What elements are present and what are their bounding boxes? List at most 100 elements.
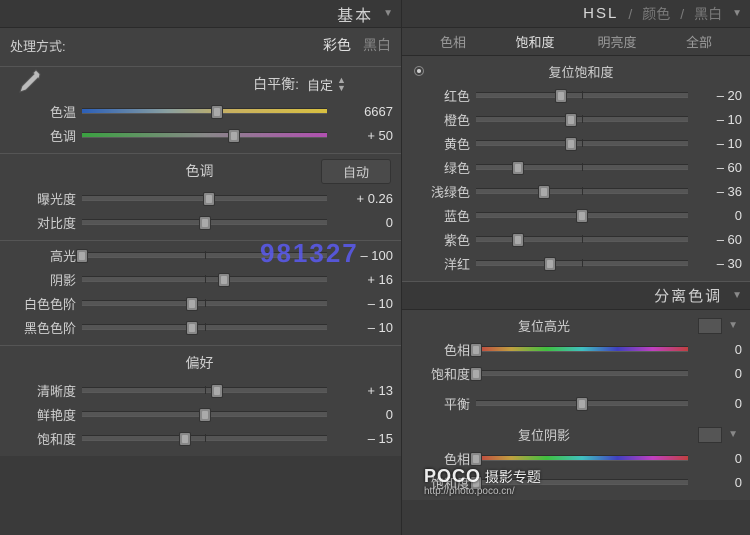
split-sh-sat-value[interactable]: 0 xyxy=(694,475,742,490)
slider-thumb[interactable] xyxy=(179,432,191,446)
presence-section: 偏好 清晰度 + 13 鲜艳度 0 饱和度 – 15 xyxy=(0,346,401,456)
hsl-purple-slider[interactable] xyxy=(476,236,688,242)
hsl-magenta-label: 洋红 xyxy=(410,254,470,273)
eyedropper-icon[interactable] xyxy=(10,64,50,104)
hsl-reset-label[interactable]: 复位饱和度 xyxy=(432,58,730,83)
split-sh-sat-slider[interactable] xyxy=(476,479,688,485)
slider-thumb[interactable] xyxy=(544,257,556,271)
exposure-value[interactable]: + 0.26 xyxy=(333,191,393,206)
tint-value[interactable]: + 50 xyxy=(333,128,393,143)
tab-saturation[interactable]: 饱和度 xyxy=(494,32,576,51)
split-hi-hue-slider[interactable] xyxy=(476,346,688,352)
hsl-orange-slider[interactable] xyxy=(476,116,688,122)
hsl-red-slider[interactable] xyxy=(476,92,688,98)
split-hi-hue-value[interactable]: 0 xyxy=(694,342,742,357)
highlight-swatch[interactable] xyxy=(698,318,722,334)
slider-thumb[interactable] xyxy=(538,185,550,199)
split-balance-slider[interactable] xyxy=(476,400,688,406)
slider-thumb[interactable] xyxy=(211,105,223,119)
hsl-green-value[interactable]: – 60 xyxy=(694,160,742,175)
slider-thumb[interactable] xyxy=(470,343,482,357)
treatment-color[interactable]: 彩色 xyxy=(323,35,351,55)
clarity-slider[interactable] xyxy=(82,387,327,393)
shadow-swatch[interactable] xyxy=(698,427,722,443)
hsl-header-bw[interactable]: 黑白 xyxy=(694,4,722,24)
shadows-value[interactable]: + 16 xyxy=(333,272,393,287)
slider-thumb[interactable] xyxy=(565,113,577,127)
contrast-value[interactable]: 0 xyxy=(333,215,393,230)
wb-preset-dropdown[interactable]: 自定 ▲▼ xyxy=(307,75,391,94)
whites-value[interactable]: – 10 xyxy=(333,296,393,311)
basic-panel-header[interactable]: 基本 ▼ xyxy=(0,0,401,28)
slider-thumb[interactable] xyxy=(186,321,198,335)
split-hi-sat-value[interactable]: 0 xyxy=(694,366,742,381)
tab-luminance[interactable]: 明亮度 xyxy=(576,32,658,51)
hsl-red-label: 红色 xyxy=(410,86,470,105)
slider-thumb[interactable] xyxy=(512,233,524,247)
vibrance-slider[interactable] xyxy=(82,411,327,417)
split-balance-value[interactable]: 0 xyxy=(694,396,742,411)
split-sh-hue-slider[interactable] xyxy=(476,455,688,461)
hsl-orange-value[interactable]: – 10 xyxy=(694,112,742,127)
shadows-slider[interactable] xyxy=(82,276,327,282)
slider-thumb[interactable] xyxy=(76,249,88,263)
split-toning-header[interactable]: 分离色调 ▼ xyxy=(402,282,750,310)
hsl-yellow-value[interactable]: – 10 xyxy=(694,136,742,151)
temp-value[interactable]: 6667 xyxy=(333,104,393,119)
panel-title: 基本 xyxy=(337,2,373,26)
auto-tone-button[interactable]: 自动 xyxy=(321,159,391,184)
exposure-slider[interactable] xyxy=(82,195,327,201)
slider-thumb[interactable] xyxy=(565,137,577,151)
contrast-slider[interactable] xyxy=(82,219,327,225)
hsl-magenta-slider[interactable] xyxy=(476,260,688,266)
highlights-slider[interactable] xyxy=(82,252,327,258)
hsl-red-value[interactable]: – 20 xyxy=(694,88,742,103)
updown-icon: ▲▼ xyxy=(337,76,346,92)
slider-thumb[interactable] xyxy=(470,367,482,381)
blacks-value[interactable]: – 10 xyxy=(333,320,393,335)
slider-thumb[interactable] xyxy=(576,209,588,223)
hsl-aqua-value[interactable]: – 36 xyxy=(694,184,742,199)
slider-thumb[interactable] xyxy=(199,408,211,422)
slider-thumb[interactable] xyxy=(199,216,211,230)
hsl-purple-value[interactable]: – 60 xyxy=(694,232,742,247)
saturation-slider[interactable] xyxy=(82,435,327,441)
vibrance-label: 鲜艳度 xyxy=(8,405,76,424)
slider-thumb[interactable] xyxy=(218,273,230,287)
slider-thumb[interactable] xyxy=(203,192,215,206)
split-shadows-header[interactable]: 复位阴影 xyxy=(402,425,686,444)
hsl-header-hsl[interactable]: HSL xyxy=(583,5,618,22)
split-hi-sat-slider[interactable] xyxy=(476,370,688,376)
clarity-value[interactable]: + 13 xyxy=(333,383,393,398)
slider-thumb[interactable] xyxy=(228,129,240,143)
target-adjust-icon[interactable] xyxy=(414,66,424,76)
whites-slider[interactable] xyxy=(82,300,327,306)
tab-hue[interactable]: 色相 xyxy=(412,32,494,51)
slider-thumb[interactable] xyxy=(555,89,567,103)
slider-thumb[interactable] xyxy=(470,452,482,466)
vibrance-value[interactable]: 0 xyxy=(333,407,393,422)
hsl-blue-slider[interactable] xyxy=(476,212,688,218)
tint-slider[interactable] xyxy=(82,132,327,138)
blacks-slider[interactable] xyxy=(82,324,327,330)
slider-thumb[interactable] xyxy=(576,397,588,411)
hsl-blue-value[interactable]: 0 xyxy=(694,208,742,223)
hsl-yellow-label: 黄色 xyxy=(410,134,470,153)
slider-thumb[interactable] xyxy=(186,297,198,311)
slider-thumb[interactable] xyxy=(512,161,524,175)
slider-thumb[interactable] xyxy=(470,476,482,490)
hsl-green-slider[interactable] xyxy=(476,164,688,170)
hsl-panel-header[interactable]: HSL / 颜色 / 黑白 ▼ xyxy=(402,0,750,28)
treatment-bw[interactable]: 黑白 xyxy=(363,35,391,55)
hsl-magenta-value[interactable]: – 30 xyxy=(694,256,742,271)
saturation-value[interactable]: – 15 xyxy=(333,431,393,446)
highlights-value[interactable]: – 100 xyxy=(333,248,393,263)
tab-all[interactable]: 全部 xyxy=(658,32,740,51)
temp-slider[interactable] xyxy=(82,108,327,114)
slider-thumb[interactable] xyxy=(211,384,223,398)
split-highlights-header[interactable]: 复位高光 xyxy=(402,316,686,335)
hsl-aqua-slider[interactable] xyxy=(476,188,688,194)
split-sh-hue-value[interactable]: 0 xyxy=(694,451,742,466)
hsl-yellow-slider[interactable] xyxy=(476,140,688,146)
hsl-header-color[interactable]: 颜色 xyxy=(642,4,670,24)
